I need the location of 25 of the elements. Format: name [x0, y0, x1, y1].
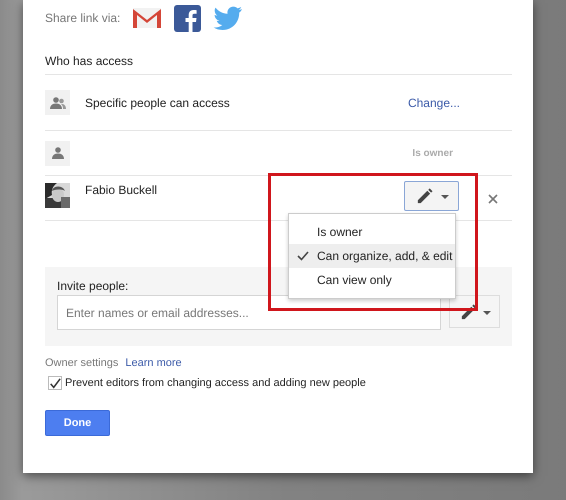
invite-field[interactable]: Enter names or email addresses... [57, 295, 441, 330]
menu-item[interactable]: Is owner [289, 220, 455, 244]
invite-label: Invite people: [57, 278, 128, 295]
checkbox-label: Prevent editors from changing access and adding new people [65, 377, 366, 389]
person-name: Fabio Buckell [85, 183, 158, 197]
share-label: Share link via: [45, 11, 120, 25]
menu-item[interactable]: Can organize, add, & edit [289, 244, 455, 268]
learn-more-link[interactable]: Learn more [125, 357, 182, 369]
close-icon[interactable] [488, 194, 498, 204]
gmail-envelope-icon[interactable] [132, 6, 162, 30]
person-icon [52, 147, 64, 159]
permission-dropdown[interactable] [404, 181, 459, 211]
checkbox[interactable] [48, 376, 62, 390]
section-heading: Who has access [45, 50, 512, 75]
role-label: Is owner [412, 148, 453, 158]
facebook-icon[interactable] [174, 4, 202, 32]
change-link[interactable]: Change... [408, 96, 460, 110]
check-icon [297, 251, 309, 261]
people-icon [50, 96, 66, 108]
access-label: Specific people can access [85, 96, 231, 110]
menu-item[interactable]: Can view only [289, 268, 455, 292]
owner-settings-label: Owner settings [45, 357, 118, 369]
caret-icon [482, 310, 490, 314]
caret-icon [440, 195, 448, 199]
done-button[interactable]: Done [45, 410, 110, 436]
